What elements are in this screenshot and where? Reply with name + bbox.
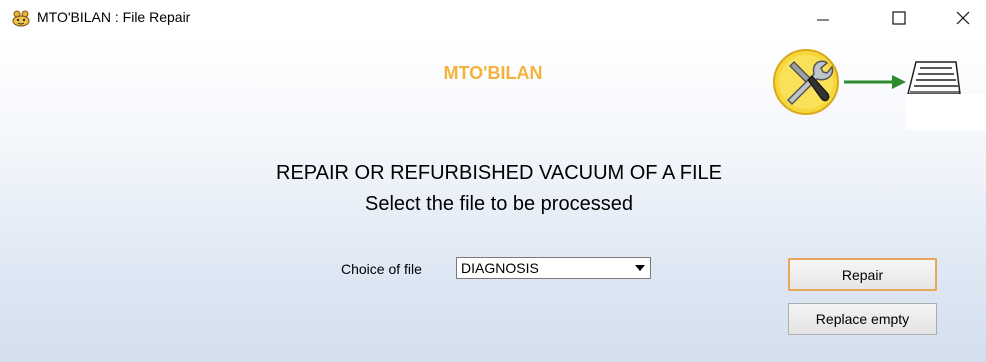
chevron-down-icon [634, 265, 645, 271]
window-title: MTO'BILAN : File Repair [37, 9, 191, 25]
title-bar: MTO'BILAN : File Repair [0, 0, 986, 36]
page-subheading: Select the file to be processed [365, 193, 633, 215]
file-choice-label: Choice of file [341, 261, 422, 277]
minimize-button[interactable] [800, 0, 846, 36]
maximize-button[interactable] [876, 0, 922, 36]
repair-graphic [772, 46, 986, 130]
file-tray-icon [906, 61, 986, 130]
replace-empty-button[interactable]: Replace empty [788, 303, 937, 335]
app-icon [11, 9, 31, 27]
close-icon [956, 11, 970, 25]
tools-icon [773, 49, 839, 115]
minimize-icon [817, 19, 829, 21]
repair-button[interactable]: Repair [788, 258, 937, 291]
file-select-dropdown[interactable]: DIAGNOSIS [456, 257, 651, 279]
dropdown-arrow-button[interactable] [629, 258, 650, 278]
maximize-icon [892, 11, 906, 25]
close-button[interactable] [940, 0, 986, 36]
arrow-right-icon [844, 75, 906, 89]
file-select-value: DIAGNOSIS [461, 260, 539, 276]
page-heading: REPAIR OR REFURBISHED VACUUM OF A FILE [276, 162, 722, 184]
main-panel: MTO'BILAN REPAIR OR REFURBISHED VACUUM O… [0, 36, 986, 362]
